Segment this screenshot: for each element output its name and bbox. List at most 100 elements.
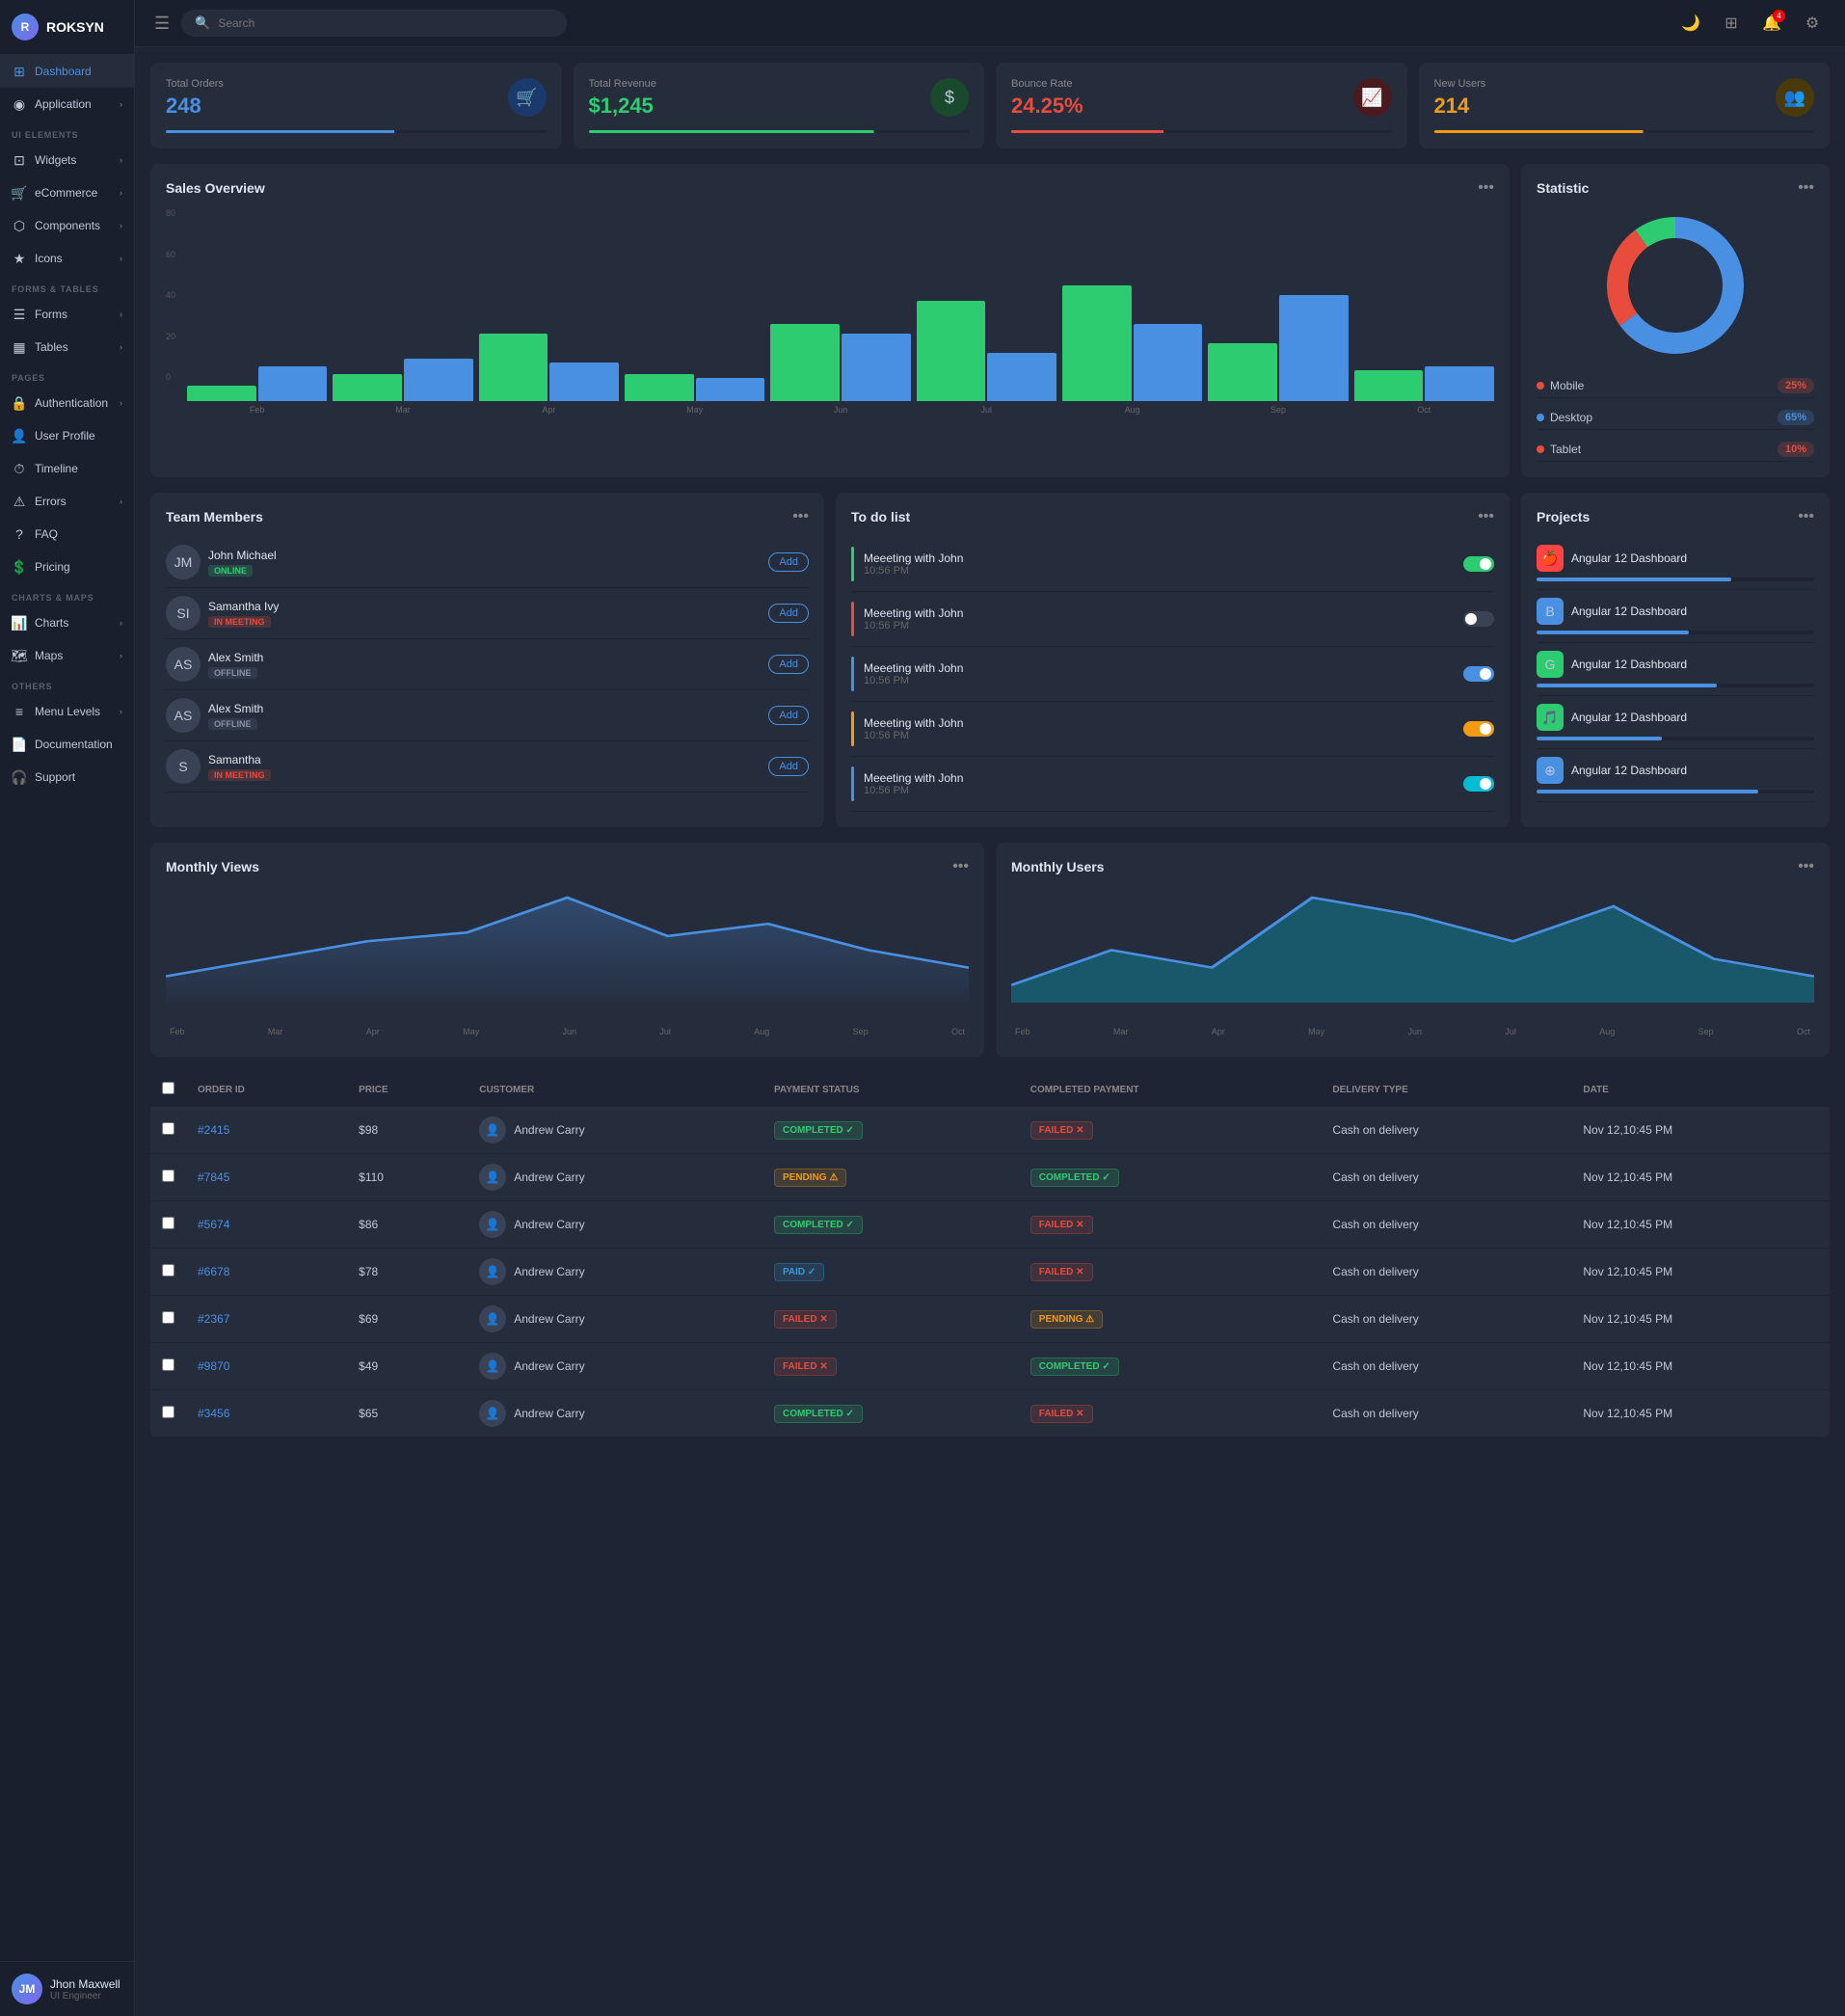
row-checkbox-5[interactable] [162, 1358, 174, 1371]
add-member-button-1[interactable]: Add [768, 604, 809, 623]
legend-dot-1 [1537, 414, 1544, 421]
sidebar-item-authentication[interactable]: 🔒 Authentication › [0, 387, 134, 419]
icons-chevron: › [120, 254, 122, 263]
payment-status-6: COMPLETED ✓ [762, 1390, 1019, 1438]
sidebar-item-icons[interactable]: ★ Icons › [0, 242, 134, 275]
chart-label-feb: Feb [170, 1027, 185, 1036]
sidebar-item-components[interactable]: ⬡ Components › [0, 209, 134, 242]
bar-label-aug: Aug [1062, 405, 1202, 415]
table-row-3: #6678 $78 👤 Andrew Carry PAID ✓ FAILED ✕… [150, 1249, 1830, 1296]
apps-icon[interactable]: ⊞ [1718, 10, 1745, 37]
add-member-button-4[interactable]: Add [768, 757, 809, 776]
sidebar-item-application[interactable]: ◉ Application › [0, 88, 134, 121]
sidebar-item-forms[interactable]: ☰ Forms › [0, 298, 134, 331]
order-id-0: #2415 [186, 1107, 347, 1154]
row-checkbox-cell-5 [150, 1343, 186, 1390]
legend-dot-0 [1537, 382, 1544, 390]
payment-pill-4: FAILED ✕ [774, 1310, 837, 1329]
sidebar-item-dashboard[interactable]: ⊞ Dashboard [0, 55, 134, 88]
notification-icon[interactable]: 🔔 4 [1758, 10, 1785, 37]
monthly-views-labels: FebMarAprMayJunJulAugSepOct [166, 1027, 969, 1036]
team-member-2: AS Alex Smith OFFLINE Add [166, 639, 809, 690]
projects-menu-icon[interactable]: ••• [1798, 508, 1814, 525]
table-row-5: #9870 $49 👤 Andrew Carry FAILED ✕ COMPLE… [150, 1343, 1830, 1390]
sidebar-item-faq[interactable]: ? FAQ [0, 518, 134, 551]
add-member-button-2[interactable]: Add [768, 655, 809, 674]
todo-toggle-1[interactable] [1463, 611, 1494, 627]
stat-menu-icon[interactable]: ••• [1798, 179, 1814, 197]
sidebar-item-charts[interactable]: 📊 Charts › [0, 606, 134, 639]
bar-blue-2 [549, 363, 619, 401]
sidebar-item-maps[interactable]: 🗺 Maps › [0, 639, 134, 672]
todo-toggle-2[interactable] [1463, 666, 1494, 682]
pricing-label: Pricing [35, 560, 122, 574]
search-input[interactable] [218, 16, 553, 30]
sidebar-item-widgets[interactable]: ⊡ Widgets › [0, 144, 134, 176]
donut-svg [1598, 208, 1752, 363]
add-member-button-0[interactable]: Add [768, 552, 809, 572]
bar-group-jun [770, 324, 910, 401]
theme-toggle-icon[interactable]: 🌙 [1677, 10, 1704, 37]
todo-content-2: Meeeting with John 10:56 PM [864, 661, 1454, 686]
sidebar-section-label: OTHERS [0, 672, 134, 695]
mu-menu-icon[interactable]: ••• [1798, 858, 1814, 875]
sales-menu-icon[interactable]: ••• [1478, 179, 1494, 197]
todo-toggle-3[interactable] [1463, 721, 1494, 737]
delivery-type-5: Cash on delivery [1321, 1343, 1571, 1390]
row-checkbox-2[interactable] [162, 1217, 174, 1229]
team-member-3: AS Alex Smith OFFLINE Add [166, 690, 809, 741]
app-name: ROKSYN [46, 19, 104, 35]
bar-blue-3 [696, 378, 765, 401]
maps-chevron: › [120, 651, 122, 660]
sidebar-item-pricing[interactable]: 💲 Pricing [0, 551, 134, 583]
completed-payment-6: FAILED ✕ [1019, 1390, 1322, 1438]
dashboard-label: Dashboard [35, 65, 122, 78]
mv-menu-icon[interactable]: ••• [952, 858, 969, 875]
logo: R ROKSYN [0, 0, 134, 55]
ecommerce-label: eCommerce [35, 186, 112, 200]
add-member-button-3[interactable]: Add [768, 706, 809, 725]
authentication-label: Authentication [35, 396, 112, 410]
errors-label: Errors [35, 495, 112, 508]
sidebar-item-ecommerce[interactable]: 🛒 eCommerce › [0, 176, 134, 209]
sidebar-item-tables[interactable]: ▦ Tables › [0, 331, 134, 363]
payment-pill-6: COMPLETED ✓ [774, 1405, 863, 1423]
row-checkbox-6[interactable] [162, 1406, 174, 1418]
sidebar-item-userprofile[interactable]: 👤 User Profile [0, 419, 134, 452]
row-checkbox-3[interactable] [162, 1264, 174, 1277]
bar-group-apr [479, 334, 619, 401]
todo-time-2: 10:56 PM [864, 675, 1454, 686]
sidebar-item-timeline[interactable]: ⏱ Timeline [0, 452, 134, 485]
row-checkbox-1[interactable] [162, 1169, 174, 1182]
row-checkbox-4[interactable] [162, 1311, 174, 1324]
user-avatar: JM [12, 1974, 42, 2004]
row-checkbox-0[interactable] [162, 1122, 174, 1135]
table-row-4: #2367 $69 👤 Andrew Carry FAILED ✕ PENDIN… [150, 1296, 1830, 1343]
sidebar-item-errors[interactable]: ⚠ Errors › [0, 485, 134, 518]
row-checkbox-cell-4 [150, 1296, 186, 1343]
payment-pill-2: COMPLETED ✓ [774, 1216, 863, 1234]
delivery-type-4: Cash on delivery [1321, 1296, 1571, 1343]
stat-icon-0: 🛒 [508, 78, 547, 117]
team-member-4: S Samantha IN MEETING Add [166, 741, 809, 793]
sidebar-item-support[interactable]: 🎧 Support [0, 761, 134, 793]
bar-blue-8 [1425, 366, 1494, 401]
tables-icon: ▦ [12, 339, 27, 355]
select-all-checkbox[interactable] [162, 1082, 174, 1094]
sales-overview-card: Sales Overview ••• 80 60 40 20 0 [150, 164, 1510, 477]
sidebar-item-documentation[interactable]: 📄 Documentation [0, 728, 134, 761]
stat-label-2: Bounce Rate [1011, 78, 1392, 90]
todo-toggle-4[interactable] [1463, 776, 1494, 792]
menu-toggle-icon[interactable]: ☰ [154, 13, 170, 34]
member-info-4: Samantha IN MEETING [208, 753, 761, 781]
todo-menu-icon[interactable]: ••• [1478, 508, 1494, 525]
chart-label-sep: Sep [853, 1027, 869, 1036]
team-menu-icon[interactable]: ••• [792, 508, 809, 525]
support-label: Support [35, 770, 122, 784]
todo-toggle-0[interactable] [1463, 556, 1494, 572]
statistic-card: Statistic ••• Mobile [1521, 164, 1830, 477]
faq-icon: ? [12, 526, 27, 542]
sidebar-item-menulevels[interactable]: ≡ Menu Levels › [0, 695, 134, 728]
table-row-1: #7845 $110 👤 Andrew Carry PENDING ⚠ COMP… [150, 1154, 1830, 1201]
settings-icon[interactable]: ⚙ [1799, 10, 1826, 37]
